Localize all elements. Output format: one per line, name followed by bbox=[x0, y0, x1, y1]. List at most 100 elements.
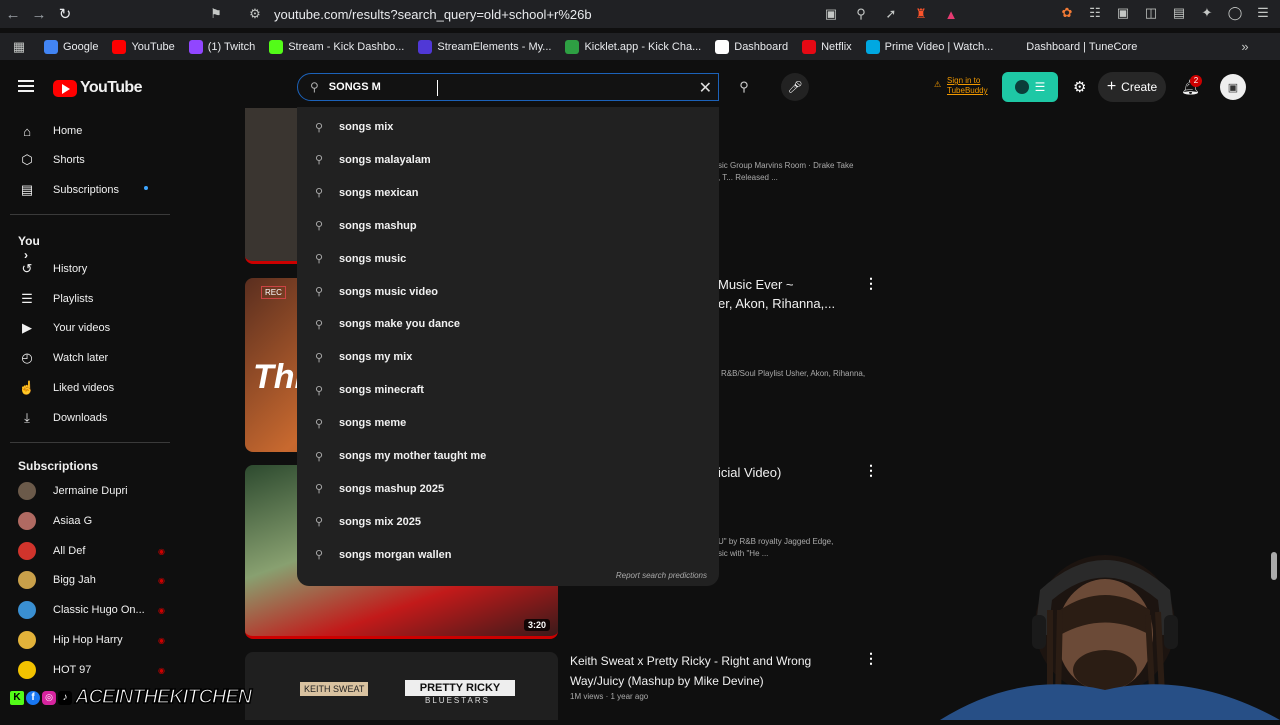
youtube-logo[interactable]: YouTube bbox=[53, 79, 142, 97]
tubebuddy-button[interactable]: ☰ bbox=[1002, 72, 1058, 102]
search-input[interactable] bbox=[328, 81, 679, 93]
sidebar-item-watch-later[interactable]: ◴ Watch later bbox=[18, 348, 168, 368]
video-title[interactable]: Music Ever ~ er, Akon, Rihanna,... bbox=[718, 275, 868, 313]
extension-orange-icon[interactable]: ✿ bbox=[1058, 4, 1076, 22]
bookmark-item[interactable]: (1) Twitch bbox=[188, 39, 255, 54]
brave-shield-icon[interactable]: ♜ bbox=[912, 5, 930, 23]
tubebuddy-icon bbox=[1014, 80, 1029, 94]
sidebar-item-liked-videos[interactable]: ☝ Liked videos bbox=[18, 378, 168, 398]
suggestion-text: songs my mother taught me bbox=[339, 450, 487, 462]
zoom-icon[interactable]: ⚲ bbox=[852, 5, 870, 23]
create-button[interactable]: + Create bbox=[1098, 72, 1166, 102]
kick-icon: K bbox=[10, 690, 24, 705]
bookmark-item[interactable]: Dashboard | TuneCore bbox=[1007, 39, 1138, 54]
notification-count-badge: 2 bbox=[1190, 75, 1202, 87]
sidebar-item-downloads[interactable]: ⤓ Downloads bbox=[18, 408, 168, 428]
channel-avatar bbox=[18, 512, 36, 530]
search-suggestion[interactable]: ⚲ songs morgan wallen bbox=[297, 539, 719, 571]
search-suggestion[interactable]: ⚲ songs my mother taught me bbox=[297, 440, 719, 472]
address-bar[interactable]: ⚙ youtube.com/results?search_query=old+s… bbox=[240, 2, 960, 26]
page-scrollbar[interactable] bbox=[1269, 68, 1278, 720]
search-suggestion[interactable]: ⚲ songs mashup bbox=[297, 210, 719, 242]
vpn-icon[interactable]: ◯ bbox=[1226, 4, 1244, 22]
channel-avatar bbox=[18, 601, 36, 619]
bookmark-item[interactable]: Prime Video | Watch... bbox=[865, 39, 993, 54]
text-cursor-icon bbox=[437, 80, 443, 96]
sidebar-you-heading[interactable]: You › bbox=[18, 234, 40, 262]
search-suggestion[interactable]: ⚲ songs malayalam bbox=[297, 144, 719, 176]
guide-menu-icon[interactable] bbox=[18, 80, 34, 92]
video-title[interactable]: icial Video) bbox=[718, 463, 781, 482]
bookmark-item[interactable]: Dashboard bbox=[715, 39, 789, 54]
subscription-item[interactable]: Jermaine Dupri bbox=[18, 481, 158, 501]
sidebar-item-subscriptions[interactable]: ▤ Subscriptions bbox=[18, 180, 168, 200]
bookmark-label: Dashboard | TuneCore bbox=[1026, 40, 1138, 53]
video-description: U" by R&B royalty Jagged Edge, sic with … bbox=[718, 537, 834, 558]
search-suggestion[interactable]: ⚲ songs mashup 2025 bbox=[297, 473, 719, 505]
scrollbar-thumb[interactable] bbox=[1271, 552, 1277, 580]
bookmark-item[interactable]: Netflix bbox=[802, 39, 852, 54]
video-thumbnail[interactable]: KEITH SWEAT PRETTY RICKY BLUESTARS bbox=[245, 652, 558, 720]
bookmark-favicon-icon bbox=[715, 39, 730, 54]
sidebar-item-your-videos[interactable]: ▶ Your videos bbox=[18, 318, 168, 338]
sidebar-icon[interactable]: ◫ bbox=[1142, 4, 1160, 22]
brave-rewards-icon[interactable]: ▲ bbox=[942, 5, 960, 23]
search-suggestion[interactable]: ⚲ songs music bbox=[297, 243, 719, 275]
account-avatar[interactable]: ▣ bbox=[1220, 74, 1246, 100]
screenshot-icon[interactable]: ▣ bbox=[1114, 4, 1132, 22]
subscription-item[interactable]: All Def ◉ bbox=[18, 541, 165, 561]
sidebar-item-playlists[interactable]: ☰ Playlists bbox=[18, 289, 168, 309]
wallet-icon[interactable]: ▤ bbox=[1170, 4, 1188, 22]
subscription-item[interactable]: Classic Hugo On... ◉ bbox=[18, 600, 165, 620]
reload-icon[interactable]: ↻ bbox=[52, 0, 78, 28]
more-bookmarks-icon[interactable]: » bbox=[1236, 38, 1254, 56]
search-suggestion[interactable]: ⚲ songs my mix bbox=[297, 341, 719, 373]
suggestion-search-icon: ⚲ bbox=[315, 483, 324, 496]
more-actions-icon[interactable]: ⋮ bbox=[864, 275, 878, 292]
bookmark-icon[interactable]: ⚑ bbox=[207, 5, 225, 23]
webcam-overlay bbox=[900, 540, 1280, 720]
cast-icon[interactable]: ▣ bbox=[822, 5, 840, 23]
subscription-item[interactable]: Hip Hop Harry ◉ bbox=[18, 630, 165, 650]
menu-icon[interactable]: ☰ bbox=[1254, 4, 1272, 22]
forward-icon[interactable]: → bbox=[26, 0, 52, 28]
apps-grid-icon[interactable]: ▦ bbox=[10, 38, 28, 56]
video-title[interactable]: Keith Sweat x Pretty Ricky - Right and W… bbox=[570, 651, 860, 691]
settings-gear-icon[interactable]: ⚙ bbox=[1073, 78, 1086, 96]
bookmark-label: Dashboard bbox=[734, 40, 789, 53]
more-actions-icon[interactable]: ⋮ bbox=[864, 462, 878, 479]
search-button[interactable]: ⚲ bbox=[724, 73, 764, 101]
search-suggestion[interactable]: ⚲ songs music video bbox=[297, 276, 719, 308]
subscription-item[interactable]: Asiaa G bbox=[18, 511, 158, 531]
bookmark-item[interactable]: Stream - Kick Dashbo... bbox=[269, 39, 404, 54]
site-info-icon[interactable]: ⚙ bbox=[246, 5, 264, 23]
suggestion-text: songs malayalam bbox=[339, 153, 431, 166]
sidebar-item-history[interactable]: ↺ History bbox=[18, 259, 168, 279]
back-icon[interactable]: ← bbox=[0, 0, 26, 28]
sidebar-item-home[interactable]: ⌂ Home bbox=[18, 121, 168, 141]
report-predictions-link[interactable]: Report search predictions bbox=[616, 571, 707, 580]
subscription-item[interactable]: HOT 97 ◉ bbox=[18, 660, 165, 680]
share-icon[interactable]: ➚ bbox=[882, 5, 900, 23]
extensions-bar: ✿ ☷ ▣ ◫ ▤ ✦ ◯ ☰ bbox=[1058, 4, 1272, 22]
clear-search-icon[interactable]: ✕ bbox=[699, 78, 712, 98]
search-suggestion[interactable]: ⚲ songs make you dance bbox=[297, 308, 719, 340]
live-indicator-icon: ◉ bbox=[158, 635, 165, 645]
search-suggestion[interactable]: ⚲ songs mexican bbox=[297, 177, 719, 209]
more-actions-icon[interactable]: ⋮ bbox=[864, 650, 878, 667]
bookmark-item[interactable]: Google bbox=[44, 39, 98, 54]
search-suggestion[interactable]: ⚲ songs mix bbox=[297, 111, 719, 143]
bookmark-item[interactable]: StreamElements - My... bbox=[418, 39, 551, 54]
bookmark-item[interactable]: YouTube bbox=[112, 39, 175, 54]
puzzle-icon[interactable]: ☷ bbox=[1086, 4, 1104, 22]
voice-search-button[interactable]: 🎤︎ bbox=[781, 73, 809, 101]
bookmark-item[interactable]: Kicklet.app - Kick Cha... bbox=[565, 39, 701, 54]
leo-icon[interactable]: ✦ bbox=[1198, 4, 1216, 22]
subscription-item[interactable]: Bigg Jah ◉ bbox=[18, 570, 165, 590]
search-suggestion[interactable]: ⚲ songs meme bbox=[297, 407, 719, 439]
search-suggestion[interactable]: ⚲ songs mix 2025 bbox=[297, 506, 719, 538]
search-box[interactable]: ⚲ ✕ bbox=[297, 73, 719, 101]
tubebuddy-sign-in[interactable]: ⚠ Sign in to TubeBuddy bbox=[934, 76, 988, 96]
sidebar-item-shorts[interactable]: ⬡ Shorts bbox=[18, 150, 168, 170]
search-suggestion[interactable]: ⚲ songs minecraft bbox=[297, 374, 719, 406]
